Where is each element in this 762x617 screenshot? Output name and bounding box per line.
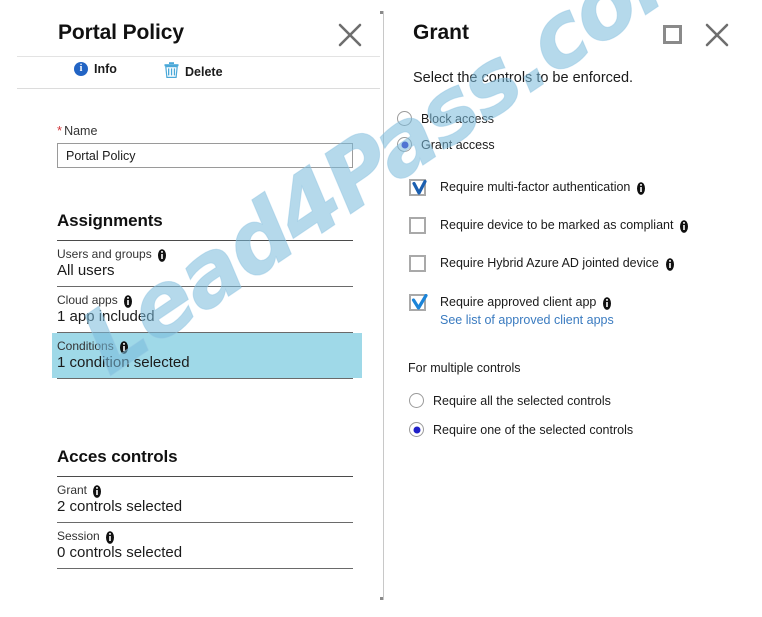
grant-header: Grant: [384, 11, 748, 57]
checkbox-box[interactable]: [409, 255, 426, 272]
divider: [57, 378, 353, 379]
checkbox-label: Require Hybrid Azure AD jointed device: [440, 256, 659, 270]
info-icon[interactable]: [119, 340, 129, 354]
summary-row-label: Conditions: [57, 339, 362, 354]
close-icon[interactable]: [703, 21, 731, 49]
grant-subtitle: Select the controls to be enforced.: [413, 70, 634, 86]
radio-label: Require all the selected controls: [433, 393, 611, 408]
checkbox-label: Require approved client app: [440, 295, 597, 309]
checkbox-require-approved-client-app[interactable]: Require approved client app See list of …: [409, 294, 614, 327]
portal-policy-blade: Portal Policy i Info Delete * Name Porta…: [17, 11, 380, 600]
checkbox-label: Require multi-factor authentication: [440, 180, 631, 194]
info-icon: i: [74, 62, 88, 76]
label-text: Conditions: [57, 339, 114, 353]
summary-row-label: Cloud apps: [57, 293, 353, 308]
checkbox-box[interactable]: [409, 179, 427, 196]
radio-button[interactable]: [397, 111, 412, 126]
radio-label: Grant access: [421, 137, 495, 152]
radio-label: Require one of the selected controls: [433, 422, 634, 437]
radio-button[interactable]: [409, 393, 424, 408]
summary-row-conditions[interactable]: Conditions 1 condition selected: [52, 333, 362, 378]
info-icon[interactable]: [665, 257, 675, 271]
page-title: Portal Policy: [58, 21, 184, 44]
checkbox-box[interactable]: [409, 294, 428, 311]
name-label-text: Name: [64, 124, 98, 138]
access-controls-section: Acces controls Grant 2 controls selected…: [57, 447, 353, 569]
portal-policy-header: Portal Policy: [17, 11, 380, 57]
checkbox-label-wrap: Require Hybrid Azure AD jointed device: [440, 255, 675, 271]
info-icon[interactable]: [602, 296, 612, 310]
delete-button[interactable]: Delete: [164, 62, 223, 81]
checkbox-require-mfa[interactable]: Require multi-factor authentication: [409, 179, 646, 196]
approved-client-app-group: Require approved client app See list of …: [440, 294, 614, 327]
radio-require-all-selected-controls[interactable]: Require all the selected controls: [409, 393, 611, 408]
summary-row-cloud-apps[interactable]: Cloud apps 1 app included: [57, 287, 353, 332]
info-icon[interactable]: [105, 530, 115, 544]
name-field-group: * Name Portal Policy: [57, 123, 353, 168]
name-input[interactable]: Portal Policy: [57, 143, 353, 168]
checkbox-label-wrap: Require approved client app: [440, 294, 614, 310]
label-text: Cloud apps: [57, 293, 118, 307]
summary-row-session[interactable]: Session 0 controls selected: [57, 523, 353, 568]
radio-button[interactable]: [409, 422, 424, 437]
grant-blade: Grant Select the controls to be enforced…: [383, 11, 748, 600]
portal-policy-body: * Name Portal Policy Assignments Users an…: [17, 89, 380, 600]
info-icon[interactable]: [157, 248, 167, 262]
checkbox-require-compliant-device[interactable]: Require device to be marked as compliant: [409, 217, 689, 234]
screen-root: Portal Policy i Info Delete * Name Porta…: [0, 0, 762, 617]
summary-row-label: Grant: [57, 483, 353, 498]
maximize-icon[interactable]: [663, 25, 682, 44]
assignments-heading: Assignments: [57, 211, 163, 230]
info-icon[interactable]: [636, 181, 646, 195]
checkbox-require-hybrid-azure-ad-joined-device[interactable]: Require Hybrid Azure AD jointed device: [409, 255, 675, 272]
blade-toolbar: i Info Delete: [17, 57, 380, 89]
delete-button-label: Delete: [185, 64, 223, 79]
divider: [57, 568, 353, 569]
required-asterisk: *: [57, 123, 63, 138]
checkbox-label-wrap: Require device to be marked as compliant: [440, 217, 689, 233]
see-approved-client-apps-link[interactable]: See list of approved client apps: [440, 313, 614, 327]
info-icon[interactable]: [92, 484, 102, 498]
radio-button[interactable]: [397, 137, 412, 152]
info-icon[interactable]: [123, 294, 133, 308]
info-icon[interactable]: [679, 219, 689, 233]
checkbox-label-wrap: Require multi-factor authentication: [440, 179, 646, 195]
assignments-section: Assignments Users and groups All users C…: [52, 211, 362, 379]
summary-row-grant[interactable]: Grant 2 controls selected: [57, 477, 353, 522]
trash-icon: [164, 62, 179, 81]
info-button[interactable]: i Info: [74, 62, 117, 76]
checkbox-box[interactable]: [409, 217, 426, 234]
summary-row-value: 2 controls selected: [57, 498, 183, 515]
radio-block-access[interactable]: Block access: [397, 111, 494, 126]
checkbox-label: Require device to be marked as compliant: [440, 218, 674, 232]
close-icon[interactable]: [336, 21, 364, 49]
summary-row-value: All users: [57, 262, 115, 279]
radio-label: Block access: [421, 111, 494, 126]
radio-grant-access[interactable]: Grant access: [397, 137, 495, 152]
summary-row-label: Session: [57, 529, 353, 544]
summary-row-label: Users and groups: [57, 247, 353, 262]
name-input-value: Portal Policy: [66, 148, 136, 163]
multiple-controls-label: For multiple controls: [408, 361, 521, 375]
summary-row-value: 0 controls selected: [57, 544, 183, 561]
label-text: Grant: [57, 483, 88, 497]
label-text: Users and groups: [57, 247, 152, 261]
radio-require-one-of-selected-controls[interactable]: Require one of the selected controls: [409, 422, 633, 437]
label-text: Session: [57, 529, 100, 543]
info-button-label: Info: [94, 62, 117, 76]
access-controls-heading: Acces controls: [57, 447, 178, 466]
summary-row-value: 1 condition selected: [57, 354, 190, 371]
summary-row-users-and-groups[interactable]: Users and groups All users: [57, 241, 353, 286]
summary-row-value: 1 app included: [57, 308, 155, 325]
grant-title: Grant: [413, 21, 470, 44]
name-field-label: * Name: [57, 123, 353, 138]
